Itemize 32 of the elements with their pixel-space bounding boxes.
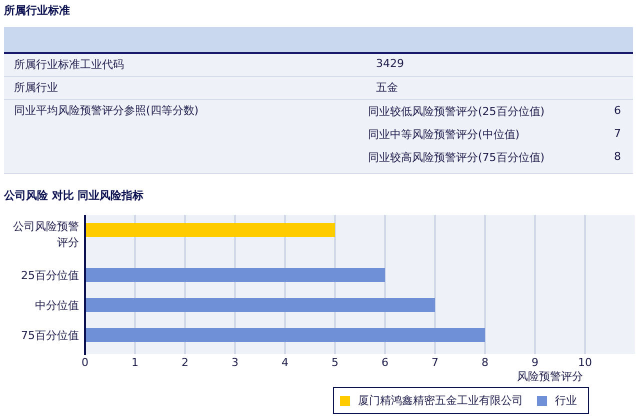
category-label: 评分 bbox=[57, 236, 79, 249]
sub-row-label: 同业较低风险预警评分(25百分位值) bbox=[368, 104, 545, 120]
tick-label: 0 bbox=[82, 356, 88, 369]
row-label: 同业平均风险预警评分参照(四等分数) bbox=[13, 103, 200, 119]
tick-label: 6 bbox=[382, 356, 388, 369]
tick-label: 9 bbox=[532, 356, 538, 369]
row-value: 五金 bbox=[375, 80, 399, 96]
tick-label: 4 bbox=[282, 356, 288, 369]
axis-title: 风险预警评分 bbox=[517, 370, 583, 383]
tick-label: 7 bbox=[432, 356, 438, 369]
category-label: 中分位值 bbox=[35, 299, 79, 312]
tick-label: 2 bbox=[182, 356, 188, 369]
chart-title: 公司风险 对比 同业风险指标 bbox=[2, 188, 145, 204]
category-label: 公司风险预警 bbox=[13, 220, 79, 233]
legend-label: 厦门精鸿鑫精密五金工业有限公司 bbox=[358, 393, 523, 408]
sub-row-label: 同业较高风险预警评分(75百分位值) bbox=[368, 150, 545, 166]
sub-row-label: 同业中等风险预警评分(中位值) bbox=[368, 127, 520, 143]
tick-label: 10 bbox=[578, 356, 592, 369]
category-label: 75百分位值 bbox=[21, 329, 79, 342]
tick-label: 8 bbox=[482, 356, 488, 369]
sub-row-value: 8 bbox=[614, 150, 621, 165]
tick-label: 1 bbox=[132, 356, 138, 369]
tick-label: 3 bbox=[232, 356, 238, 369]
row-label: 所属行业 bbox=[13, 80, 59, 96]
legend-label: 行业 bbox=[555, 393, 577, 408]
sub-row-value: 6 bbox=[614, 104, 621, 119]
row-value: 3429 bbox=[375, 56, 405, 72]
row-label: 所属行业标准工业代码 bbox=[13, 57, 125, 73]
tick-label: 5 bbox=[332, 356, 338, 369]
category-label: 25百分位值 bbox=[21, 269, 79, 282]
section-title: 所属行业标准 bbox=[3, 3, 71, 19]
sub-row-value: 7 bbox=[614, 127, 621, 142]
